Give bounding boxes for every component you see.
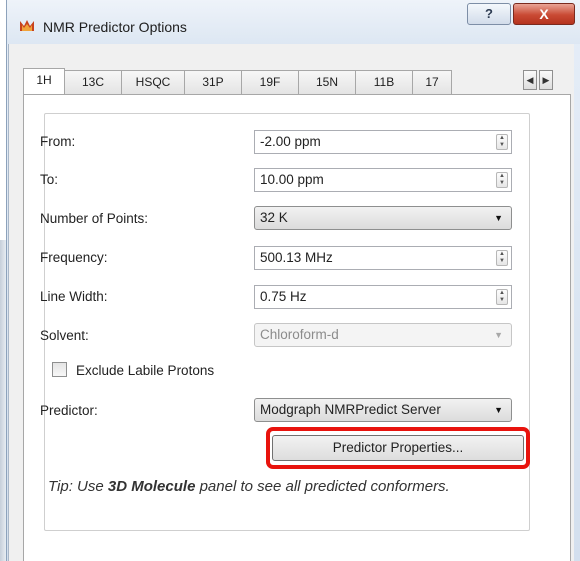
predictor-dropdown[interactable]: Modgraph NMRPredict Server ▼ (254, 398, 512, 422)
predictor-value: Modgraph NMRPredict Server (260, 402, 441, 417)
from-value: -2.00 ppm (260, 134, 321, 149)
tip-bold: 3D Molecule (107, 478, 196, 495)
tab-15n[interactable]: 15N (298, 70, 356, 94)
tip-prefix: Tip: Use (48, 478, 108, 495)
solvent-label: Solvent: (40, 328, 89, 343)
solvent-value: Chloroform-d (260, 327, 339, 342)
line-width-value: 0.75 Hz (260, 289, 307, 304)
to-spinner[interactable]: ▲ ▼ (496, 172, 508, 188)
frequency-value: 500.13 MHz (260, 250, 333, 265)
chevron-down-icon: ▼ (494, 330, 503, 340)
points-label: Number of Points: (40, 211, 149, 226)
close-button[interactable]: X (513, 3, 575, 25)
tip-text: Tip: Use 3D Molecule panel to see all pr… (48, 477, 498, 497)
help-button[interactable]: ? (467, 3, 511, 25)
tip-suffix: panel to see all predicted conformers. (195, 478, 450, 495)
nucleus-tab-strip: 1H 13C HSQC 31P 19F 15N 11B 17 (23, 68, 535, 94)
solvent-dropdown: Chloroform-d ▼ (254, 323, 512, 347)
tab-scroll-left-icon[interactable]: ◀ (523, 70, 537, 90)
from-spinner[interactable]: ▲ ▼ (496, 134, 508, 150)
tab-11b[interactable]: 11B (355, 70, 413, 94)
points-dropdown[interactable]: 32 K ▼ (254, 206, 512, 230)
points-value: 32 K (260, 210, 288, 225)
from-label: From: (40, 134, 76, 149)
to-value: 10.00 ppm (260, 172, 324, 187)
predictor-properties-button[interactable]: Predictor Properties... (272, 435, 524, 461)
frequency-spinner[interactable]: ▲ ▼ (496, 250, 508, 266)
chevron-down-icon: ▼ (494, 213, 503, 223)
tab-13c[interactable]: 13C (64, 70, 122, 94)
tab-scroll-right-icon[interactable]: ▶ (539, 70, 553, 90)
tab-19f[interactable]: 19F (241, 70, 299, 94)
tab-31p[interactable]: 31P (184, 70, 242, 94)
frequency-field[interactable]: 500.13 MHz ▲ ▼ (254, 246, 512, 270)
to-label: To: (40, 172, 59, 187)
app-logo-icon (20, 20, 34, 31)
exclude-labile-label[interactable]: Exclude Labile Protons (76, 363, 214, 378)
exclude-labile-checkbox[interactable] (52, 362, 67, 377)
line-width-field[interactable]: 0.75 Hz ▲ ▼ (254, 285, 512, 309)
tab-1h[interactable]: 1H (23, 68, 65, 94)
frequency-label: Frequency: (40, 250, 108, 265)
line-width-spinner[interactable]: ▲ ▼ (496, 289, 508, 305)
tab-17o[interactable]: 17 (412, 70, 452, 94)
from-field[interactable]: -2.00 ppm ▲ ▼ (254, 130, 512, 154)
tab-hsqc[interactable]: HSQC (121, 70, 185, 94)
predictor-label: Predictor: (40, 403, 98, 418)
to-field[interactable]: 10.00 ppm ▲ ▼ (254, 168, 512, 192)
line-width-label: Line Width: (40, 289, 108, 304)
chevron-down-icon: ▼ (494, 405, 503, 415)
window-title: NMR Predictor Options (43, 19, 187, 35)
title-bar[interactable]: NMR Predictor Options ? X (7, 0, 580, 44)
